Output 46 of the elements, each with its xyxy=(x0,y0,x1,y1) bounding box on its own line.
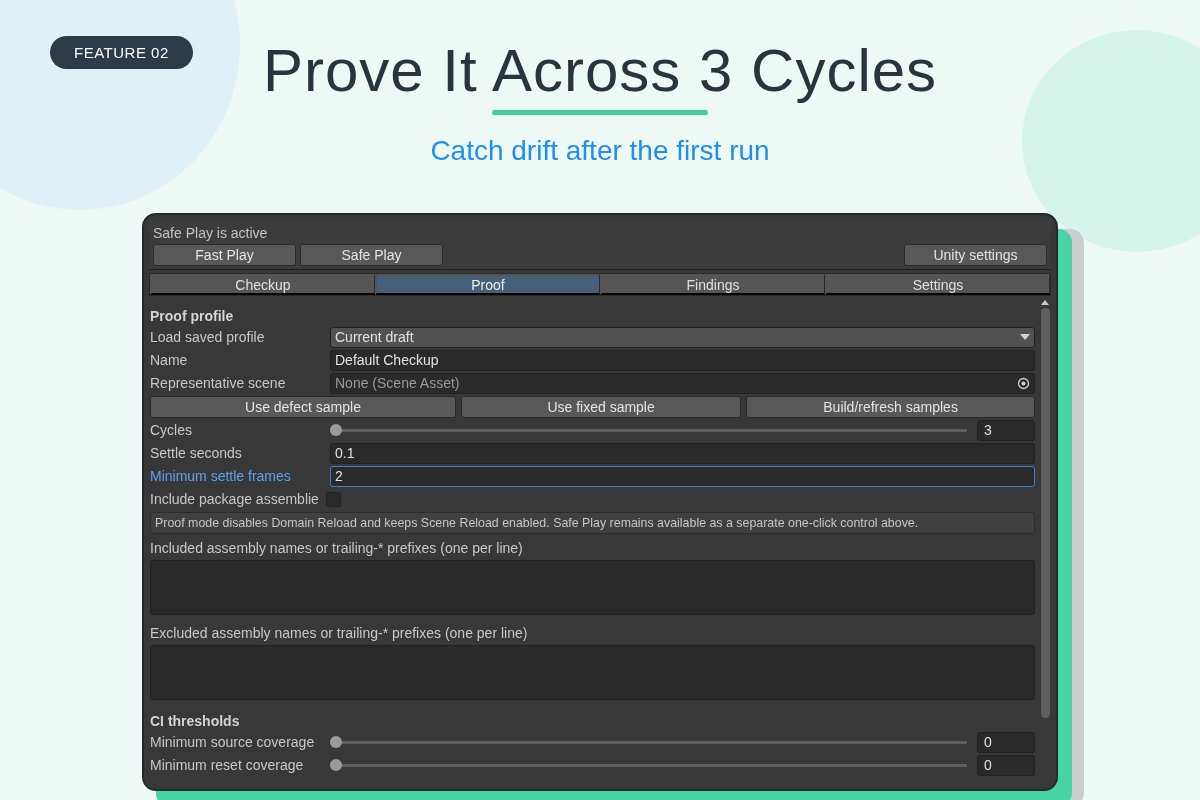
info-note: Proof mode disables Domain Reload and keeps Scene Reload enabled. Safe Play remains available as a separate one-click control above. xyxy=(150,512,1035,534)
section-heading: Proof profile xyxy=(150,307,235,324)
object-field[interactable]: None (Scene Asset) xyxy=(330,372,1035,394)
slider-thumb[interactable] xyxy=(330,736,342,748)
field-label: Cycles xyxy=(150,422,193,438)
number-field[interactable]: 0 xyxy=(977,731,1035,753)
sample-button[interactable]: Use fixed sample xyxy=(461,396,742,418)
tab[interactable]: Settings xyxy=(825,274,1050,295)
page-title: Prove It Across 3 Cycles xyxy=(262,36,938,106)
status-text: Safe Play is active xyxy=(153,224,269,242)
play-mode-button[interactable]: Safe Play xyxy=(300,244,443,266)
slider-thumb[interactable] xyxy=(330,424,342,436)
text-area[interactable] xyxy=(150,560,1035,615)
dropdown-value: Current draft xyxy=(335,329,414,345)
field-label: Minimum settle frames xyxy=(150,468,292,484)
dropdown-arrow-icon xyxy=(1020,334,1030,340)
field-label: Name xyxy=(150,352,189,368)
field-label: Included assembly names or trailing-* prefixes (one per line) xyxy=(150,539,524,557)
text-area[interactable] xyxy=(150,645,1035,700)
section-heading: CI thresholds xyxy=(150,712,241,729)
input-field[interactable]: 2 xyxy=(330,465,1035,487)
field-label: Representative scene xyxy=(150,375,287,391)
input-field[interactable]: Default Checkup xyxy=(330,349,1035,371)
tab[interactable]: Findings xyxy=(600,274,825,295)
object-picker-icon[interactable] xyxy=(1017,376,1030,390)
number-field[interactable]: 3 xyxy=(977,419,1035,441)
settings-button[interactable]: Unity settings xyxy=(904,244,1047,266)
sample-button[interactable]: Build/refresh samples xyxy=(746,396,1035,418)
profile-dropdown[interactable]: Current draft xyxy=(330,326,1035,348)
slider-thumb[interactable] xyxy=(330,759,342,771)
page-subtitle: Catch drift after the first run xyxy=(430,135,770,167)
field-label: Include package assemblie xyxy=(150,491,320,507)
sample-button[interactable]: Use defect sample xyxy=(150,396,456,418)
tab[interactable]: Proof xyxy=(375,274,600,295)
field-label: Settle seconds xyxy=(150,445,243,461)
tab[interactable]: Checkup xyxy=(150,274,375,295)
play-mode-button[interactable]: Fast Play xyxy=(153,244,296,266)
number-field[interactable]: 0 xyxy=(977,754,1035,776)
scrollbar-thumb[interactable] xyxy=(1040,308,1050,718)
field-label: Minimum reset coverage xyxy=(150,757,305,773)
input-field[interactable]: 0.1 xyxy=(330,442,1035,464)
field-placeholder: None (Scene Asset) xyxy=(335,375,460,391)
field-label: Minimum source coverage xyxy=(150,734,316,750)
feature-badge: FEATURE 02 xyxy=(50,36,193,69)
field-label: Load saved profile xyxy=(150,329,266,345)
field-label: Excluded assembly names or trailing-* prefixes (one per line) xyxy=(150,624,529,642)
